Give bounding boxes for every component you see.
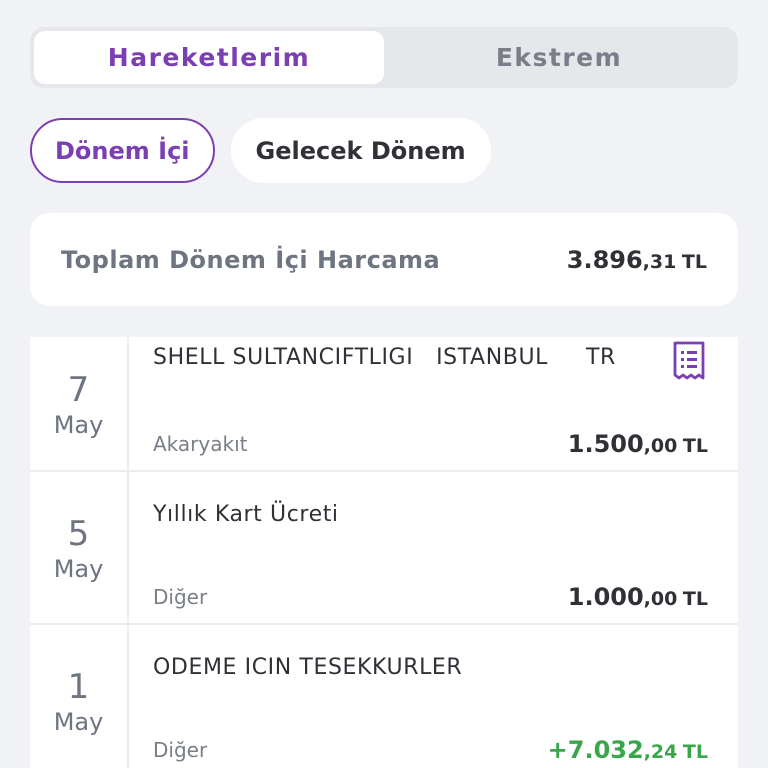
transaction-amount-main: +7.032	[547, 736, 644, 764]
transaction-day: 5	[67, 513, 90, 554]
transaction-date: 7 May	[30, 337, 129, 470]
transaction-merchant: Yıllık Kart Ücreti	[153, 502, 339, 527]
transaction-amount-decimals: ,00	[643, 588, 678, 610]
transaction-row[interactable]: 1 May ODEME ICIN TESEKKURLER Diğer +7.03…	[30, 625, 738, 768]
transaction-row[interactable]: 5 May Yıllık Kart Ücreti Diğer 1.000,00 …	[30, 472, 738, 625]
transaction-amount: 1.500,00 TL	[568, 430, 708, 458]
transaction-details: SHELL SULTANCIFTLIGI ISTANBUL TR Akaryak…	[129, 337, 738, 470]
transaction-date: 5 May	[30, 472, 129, 623]
transaction-amount-decimals: ,00	[643, 435, 678, 457]
transaction-row[interactable]: 7 May SHELL SULTANCIFTLIGI ISTANBUL TR A…	[30, 337, 738, 472]
summary-amount: 3.896,31 TL	[567, 246, 707, 274]
chip-donem-ici[interactable]: Dönem İçi	[30, 118, 215, 183]
transaction-merchant: SHELL SULTANCIFTLIGI ISTANBUL TR	[153, 345, 616, 370]
summary-label: Toplam Dönem İçi Harcama	[61, 245, 441, 274]
transaction-currency: TL	[682, 435, 708, 457]
transaction-date: 1 May	[30, 625, 129, 768]
transaction-category: Diğer	[153, 585, 208, 609]
tab-hareketlerim[interactable]: Hareketlerim	[34, 31, 384, 84]
transaction-day: 7	[67, 369, 90, 410]
transaction-merchant: ODEME ICIN TESEKKURLER	[153, 655, 463, 680]
summary-currency: TL	[681, 250, 707, 273]
transaction-month: May	[53, 410, 104, 439]
transaction-amount-decimals: ,24	[643, 741, 678, 763]
transaction-amount: 1.000,00 TL	[568, 583, 708, 611]
transaction-category: Diğer	[153, 738, 208, 762]
transaction-amount-main: 1.500	[567, 430, 644, 458]
transaction-month: May	[53, 554, 104, 583]
transaction-list: 7 May SHELL SULTANCIFTLIGI ISTANBUL TR A…	[30, 337, 738, 768]
transaction-day: 1	[67, 666, 90, 707]
transaction-currency: TL	[682, 588, 708, 610]
transaction-currency: TL	[682, 741, 708, 763]
summary-amount-decimals: ,31	[642, 250, 677, 273]
tab-ekstrem[interactable]: Ekstrem	[384, 31, 734, 84]
period-filter-chips: Dönem İçi Gelecek Dönem	[30, 118, 491, 183]
receipt-icon[interactable]	[672, 341, 706, 381]
transaction-amount: +7.032,24 TL	[548, 736, 708, 764]
transaction-details: Yıllık Kart Ücreti Diğer 1.000,00 TL	[129, 472, 738, 623]
transaction-amount-main: 1.000	[567, 583, 644, 611]
transaction-details: ODEME ICIN TESEKKURLER Diğer +7.032,24 T…	[129, 625, 738, 768]
transaction-category: Akaryakıt	[153, 432, 248, 456]
transaction-month: May	[53, 707, 104, 736]
chip-gelecek-donem[interactable]: Gelecek Dönem	[230, 118, 491, 183]
view-segmented-control: Hareketlerim Ekstrem	[30, 27, 738, 88]
summary-amount-main: 3.896	[566, 245, 643, 274]
period-spending-summary: Toplam Dönem İçi Harcama 3.896,31 TL	[30, 213, 738, 306]
